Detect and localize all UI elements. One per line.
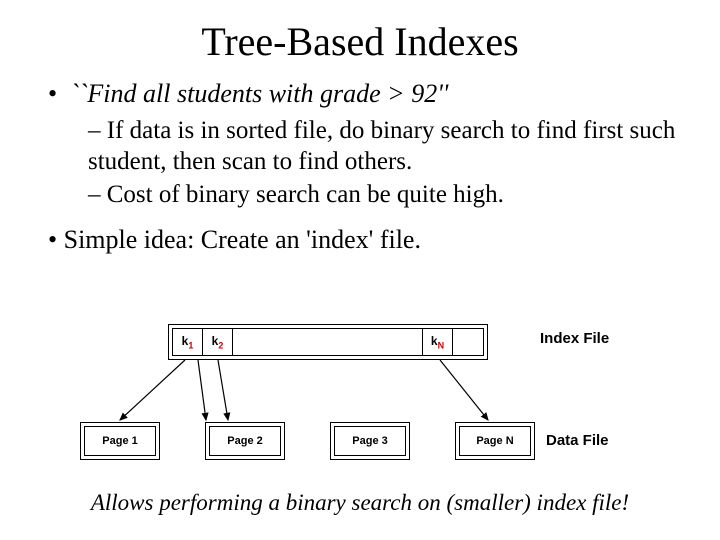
bullet-query: • ``Find all students with grade > 92'' xyxy=(48,78,678,111)
slide-title: Tree-Based Indexes xyxy=(0,18,720,65)
index-file-label: Index File xyxy=(540,330,609,347)
bullet-simple-idea: • Simple idea: Create an 'index' file. xyxy=(48,224,678,257)
bullet-query-text: ``Find all students with grade > 92'' xyxy=(70,79,448,108)
sub-bullet-1: – If data is in sorted file, do binary s… xyxy=(88,115,678,178)
index-file-inner: k1 k2 kN xyxy=(172,328,484,356)
diagram: k1 k2 kN Index File Data File xyxy=(80,324,660,474)
index-key-n: kN xyxy=(423,329,453,355)
data-page-n: Page N xyxy=(455,422,535,460)
footer-caption: Allows performing a binary search on (sm… xyxy=(0,490,720,516)
data-page-1: Page 1 xyxy=(80,422,160,460)
data-pages: Page 1 Page 2 Page 3 Page N xyxy=(80,422,535,462)
index-tail xyxy=(453,329,483,355)
data-file-label: Data File xyxy=(546,432,609,449)
slide: Tree-Based Indexes • ``Find all students… xyxy=(0,0,720,540)
index-key-1: k1 xyxy=(173,329,203,355)
index-gap xyxy=(233,329,423,355)
data-page-2: Page 2 xyxy=(205,422,285,460)
data-page-3: Page 3 xyxy=(330,422,410,460)
index-file-box: k1 k2 kN xyxy=(168,324,488,360)
sub-bullet-2: – Cost of binary search can be quite hig… xyxy=(88,179,678,210)
index-key-2: k2 xyxy=(203,329,233,355)
slide-body: • ``Find all students with grade > 92'' … xyxy=(48,78,678,257)
